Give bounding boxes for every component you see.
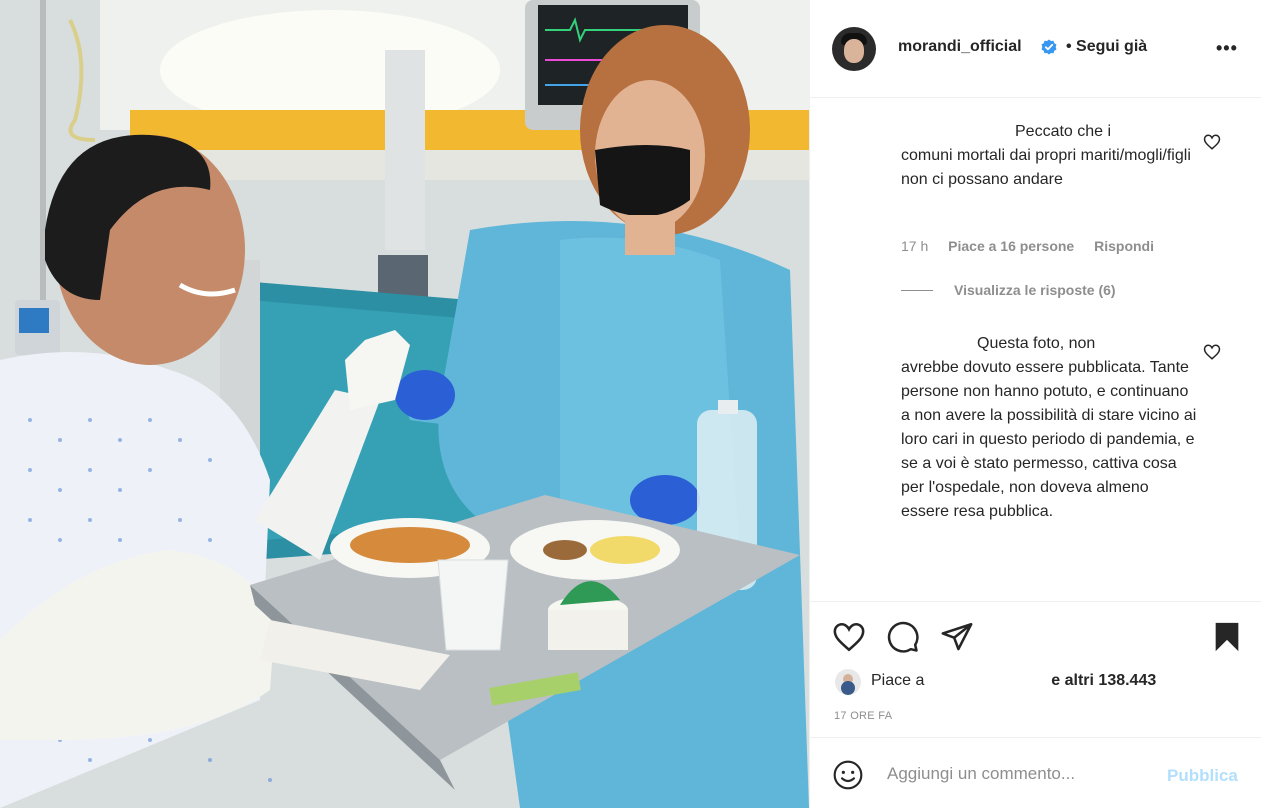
comment-text: Questa foto, non avrebbe dovuto essere p…: [901, 335, 1197, 520]
likes-summary[interactable]: Piace a e altri 138.443: [871, 672, 1156, 690]
comment-likes-link[interactable]: Piace a 16 persone: [948, 238, 1074, 254]
comment-time: 17 h: [901, 238, 929, 254]
comment-like-heart-icon[interactable]: [1203, 343, 1221, 361]
liker-avatar[interactable]: [835, 669, 861, 695]
paper-plane-icon[interactable]: [940, 620, 974, 654]
add-comment-bar: Pubblica: [810, 737, 1261, 808]
comment-meta: 17 h Piace a 16 persone Rispondi: [901, 238, 1170, 254]
profile-avatar[interactable]: [832, 27, 876, 71]
comment-text: Peccato che i comuni mortali dai propri …: [901, 123, 1191, 188]
verified-badge-icon: [1041, 39, 1057, 55]
follow-status-button[interactable]: • Segui già: [1066, 38, 1147, 56]
post-actions: Piace a e altri 138.443 17 ORE FA: [810, 601, 1261, 737]
post-sidebar: morandi_official • Segui già ••• Peccato…: [809, 0, 1261, 808]
bookmark-icon[interactable]: [1210, 620, 1244, 654]
emoji-icon[interactable]: [832, 759, 864, 791]
likes-prefix: Piace a: [871, 672, 925, 689]
hospital-scene-image: [0, 0, 809, 808]
comment-input[interactable]: [885, 760, 1159, 788]
comment-reply-button[interactable]: Rispondi: [1094, 238, 1154, 254]
post-header: morandi_official • Segui già •••: [810, 0, 1261, 98]
more-options-icon[interactable]: •••: [1216, 38, 1238, 59]
profile-username[interactable]: morandi_official: [898, 38, 1022, 56]
view-replies-button[interactable]: Visualizza le risposte (6): [954, 282, 1116, 298]
likes-count[interactable]: e altri 138.443: [1051, 672, 1156, 689]
heart-icon[interactable]: [832, 620, 866, 654]
publish-button[interactable]: Pubblica: [1167, 766, 1238, 786]
post-photo[interactable]: [0, 0, 809, 808]
comments-list[interactable]: Peccato che i comuni mortali dai propri …: [810, 98, 1261, 601]
post-timestamp[interactable]: 17 ORE FA: [834, 710, 892, 722]
comment-icon[interactable]: [886, 620, 920, 654]
comment-like-heart-icon[interactable]: [1203, 133, 1221, 151]
replies-divider: [901, 290, 933, 291]
